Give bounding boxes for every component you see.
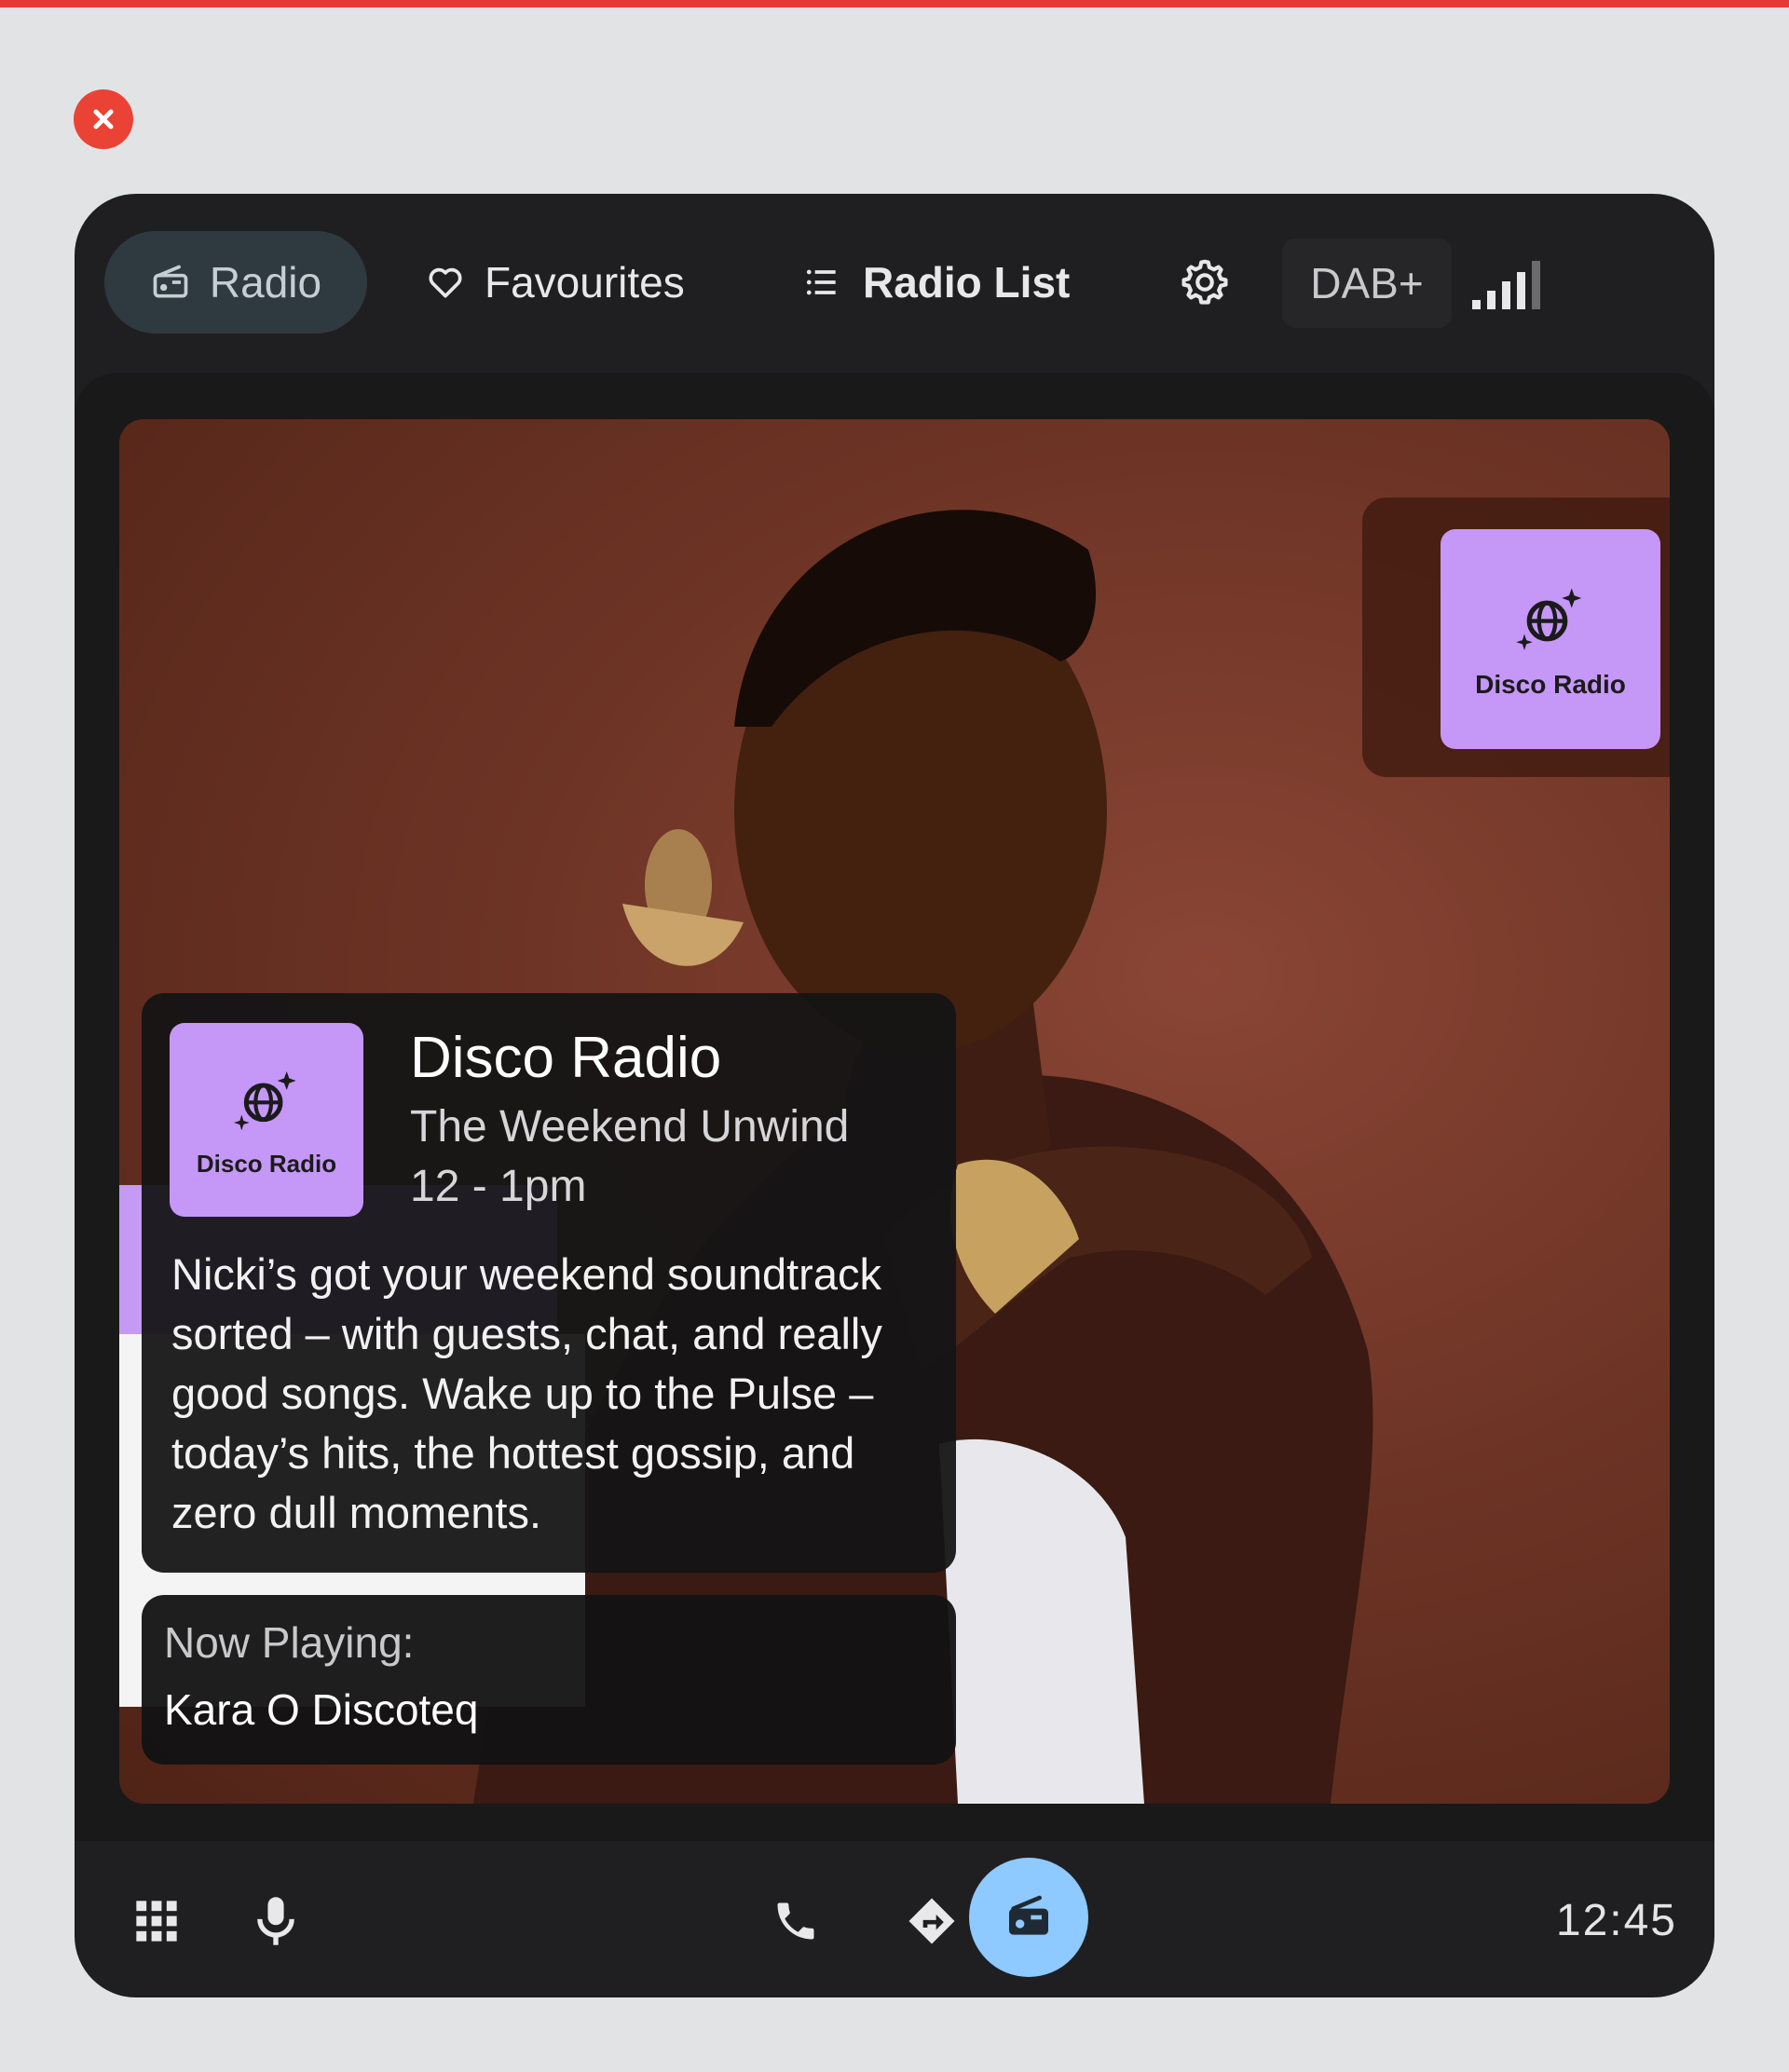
show-time: 12 - 1pm: [410, 1162, 587, 1211]
tab-favourites-label: Favourites: [485, 258, 685, 307]
settings-button[interactable]: [1163, 231, 1247, 334]
voice-assistant-button[interactable]: [239, 1884, 313, 1958]
dab-band-chip[interactable]: DAB+: [1282, 239, 1452, 328]
tab-radio-list[interactable]: Radio List: [801, 231, 1070, 334]
disco-radio-logo: Disco Radio: [170, 1023, 363, 1217]
radio-icon: [1009, 1895, 1048, 1935]
tab-radio-list-label: Radio List: [863, 258, 1071, 307]
station-artwork: Disco Radio Disco Radio Disco Radio The …: [119, 419, 1670, 1804]
tab-favourites[interactable]: Favourites: [425, 231, 685, 334]
now-playing-card: Now Playing: Kara O Discoteq: [142, 1595, 956, 1765]
disco-radio-logo-tile[interactable]: Disco Radio: [1441, 529, 1660, 749]
clock: 12:45: [1555, 1896, 1677, 1945]
tab-radio-label: Radio: [209, 258, 322, 307]
radio-icon: [153, 265, 188, 298]
signal-strength-icon: [1472, 261, 1540, 309]
station-name: Disco Radio: [410, 1026, 722, 1090]
dab-label: DAB+: [1310, 259, 1424, 307]
station-info-card: Disco Radio Disco Radio The Weekend Unwi…: [142, 993, 956, 1573]
close-button[interactable]: [74, 89, 133, 149]
phone-button[interactable]: [758, 1884, 833, 1958]
gear-icon: [1181, 259, 1228, 305]
bottom-system-bar: 12:45: [75, 1848, 1714, 1997]
main-content: Disco Radio Disco Radio Disco Radio The …: [75, 373, 1714, 1841]
show-name: The Weekend Unwind: [410, 1102, 850, 1152]
app-grid-button[interactable]: [119, 1884, 194, 1958]
disco-ball-icon: [1516, 588, 1582, 650]
now-playing-label: Now Playing:: [164, 1618, 415, 1667]
app-grid-icon: [136, 1901, 177, 1942]
top-navigation-bar: Radio Favourites Radio List DAB+: [75, 194, 1714, 373]
logo-label: Disco Radio: [196, 1149, 337, 1178]
car-infotainment-screen: Radio Favourites Radio List DAB+ Disco R…: [75, 194, 1714, 1997]
logo-tile-label: Disco Radio: [1475, 670, 1626, 699]
heart-icon: [429, 267, 462, 298]
directions-icon: [908, 1898, 955, 1944]
radio-app-button[interactable]: [969, 1858, 1088, 1977]
list-icon: [806, 269, 836, 295]
tab-radio[interactable]: Radio: [104, 231, 367, 334]
show-description: Nicki’s got your weekend soundtrack sort…: [171, 1249, 882, 1537]
microphone-icon: [257, 1897, 294, 1945]
navigation-button[interactable]: [894, 1884, 969, 1958]
window-top-stripe: [0, 0, 1789, 7]
disco-ball-icon: [234, 1070, 296, 1130]
close-icon: [93, 109, 114, 130]
now-playing-track: Kara O Discoteq: [164, 1685, 479, 1734]
station-switcher-chip[interactable]: Disco Radio: [1362, 498, 1670, 777]
phone-icon: [777, 1902, 814, 1940]
